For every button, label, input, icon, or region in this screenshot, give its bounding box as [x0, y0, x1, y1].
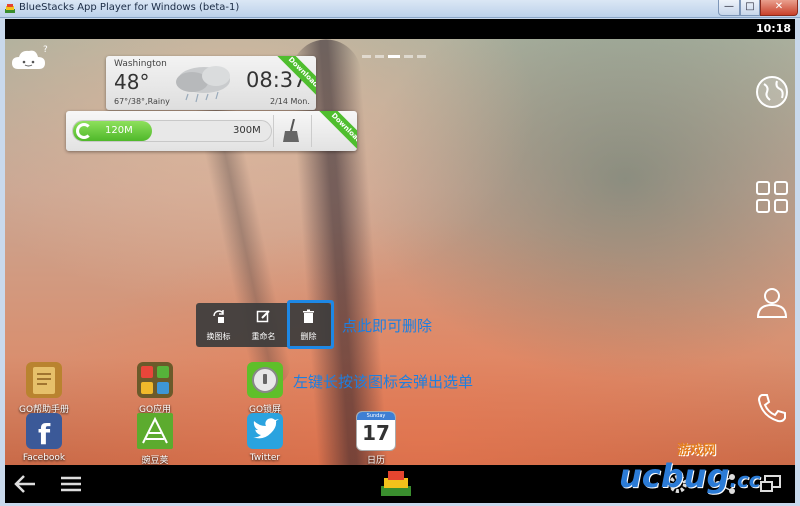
contacts-icon[interactable] [755, 285, 789, 319]
weather-widget[interactable]: Washington 48° 67°/38°,Rainy 08:37 2/14 … [106, 56, 316, 110]
android-screen[interactable]: 10:18 ? Washington 48° 67°/38°,Rainy 08:… [5, 19, 795, 503]
menu-item-label: 换图标 [206, 332, 231, 341]
memory-total: 300M [233, 125, 261, 136]
go-help-icon [26, 362, 62, 398]
delete-annotation: 点此即可删除 [342, 317, 433, 335]
svg-text:?: ? [43, 45, 48, 55]
grid-apps-icon[interactable] [755, 180, 789, 214]
app-facebook[interactable]: f Facebook [14, 411, 74, 465]
memory-used: 120M [105, 125, 133, 136]
ucbug-watermark: 游戏网 ucbug.cc [615, 439, 795, 499]
cloud-help-icon[interactable]: ? [10, 43, 50, 73]
wandoujia-icon [137, 413, 173, 449]
svg-text:f: f [38, 418, 51, 451]
app-twitter[interactable]: Twitter [235, 411, 295, 465]
calendar-icon: Sunday 17 [356, 411, 396, 451]
app-label: Facebook [22, 453, 66, 463]
weather-date: 2/14 Mon. [270, 97, 310, 106]
back-arrow-icon[interactable] [13, 473, 37, 495]
weather-temp: 48° [114, 70, 150, 94]
go-apps-icon [137, 362, 173, 398]
broom-clean-icon[interactable] [282, 119, 300, 143]
facebook-icon: f [26, 413, 62, 451]
weather-city: Washington [114, 59, 167, 69]
bluestacks-home-icon[interactable] [378, 469, 414, 499]
calendar-weekday: Sunday [357, 412, 395, 420]
menu-icon[interactable] [59, 473, 83, 495]
window-title: BlueStacks App Player for Windows (beta-… [19, 2, 240, 13]
right-sidebar [749, 39, 795, 465]
bluestacks-window: BlueStacks App Player for Windows (beta-… [0, 0, 800, 506]
globe-icon[interactable] [755, 75, 789, 109]
watermark-sub: 游戏网 [677, 443, 717, 458]
app-go-locker[interactable]: GO锁屏 [235, 360, 295, 415]
longpress-annotation: 左键长按该图标会弹出选单 [293, 373, 474, 391]
phone-icon[interactable] [755, 391, 789, 425]
menu-item-label: 重命名 [251, 332, 276, 341]
maximize-button[interactable]: □ [740, 0, 760, 16]
rename-icon [256, 310, 270, 323]
change-icon-icon [213, 310, 224, 323]
delete-highlight-box [287, 300, 334, 349]
memory-bar: 120M 300M [72, 120, 272, 142]
download-ribbon[interactable]: Download [313, 111, 357, 151]
status-bar: 10:18 [5, 19, 795, 39]
app-wandoujia[interactable]: 豌豆荚 [125, 411, 185, 466]
memory-widget[interactable]: 120M 300M Download [66, 111, 357, 151]
page-indicator [360, 43, 428, 62]
rain-cloud-icon [176, 66, 230, 103]
calendar-day: 17 [362, 421, 390, 445]
status-clock: 10:18 [755, 22, 791, 35]
watermark-main: ucbug.cc [619, 457, 761, 495]
app-label: Twitter [249, 453, 281, 463]
title-bar[interactable]: BlueStacks App Player for Windows (beta-… [0, 0, 800, 18]
twitter-icon [247, 413, 283, 449]
close-button[interactable]: ✕ [760, 0, 798, 16]
go-locker-icon [247, 362, 283, 398]
menu-item-change-icon[interactable]: 换图标 [196, 303, 241, 347]
bluestacks-logo-icon [5, 4, 15, 13]
app-calendar[interactable]: Sunday 17 日历 [346, 411, 406, 466]
minimize-button[interactable]: — [718, 0, 740, 16]
menu-item-rename[interactable]: 重命名 [241, 303, 286, 347]
app-go-help[interactable]: GO帮助手册 [14, 360, 74, 415]
memory-ring-icon [76, 123, 92, 139]
app-go-apps[interactable]: GO应用 [125, 360, 185, 415]
weather-condition: 67°/38°,Rainy [114, 97, 170, 106]
